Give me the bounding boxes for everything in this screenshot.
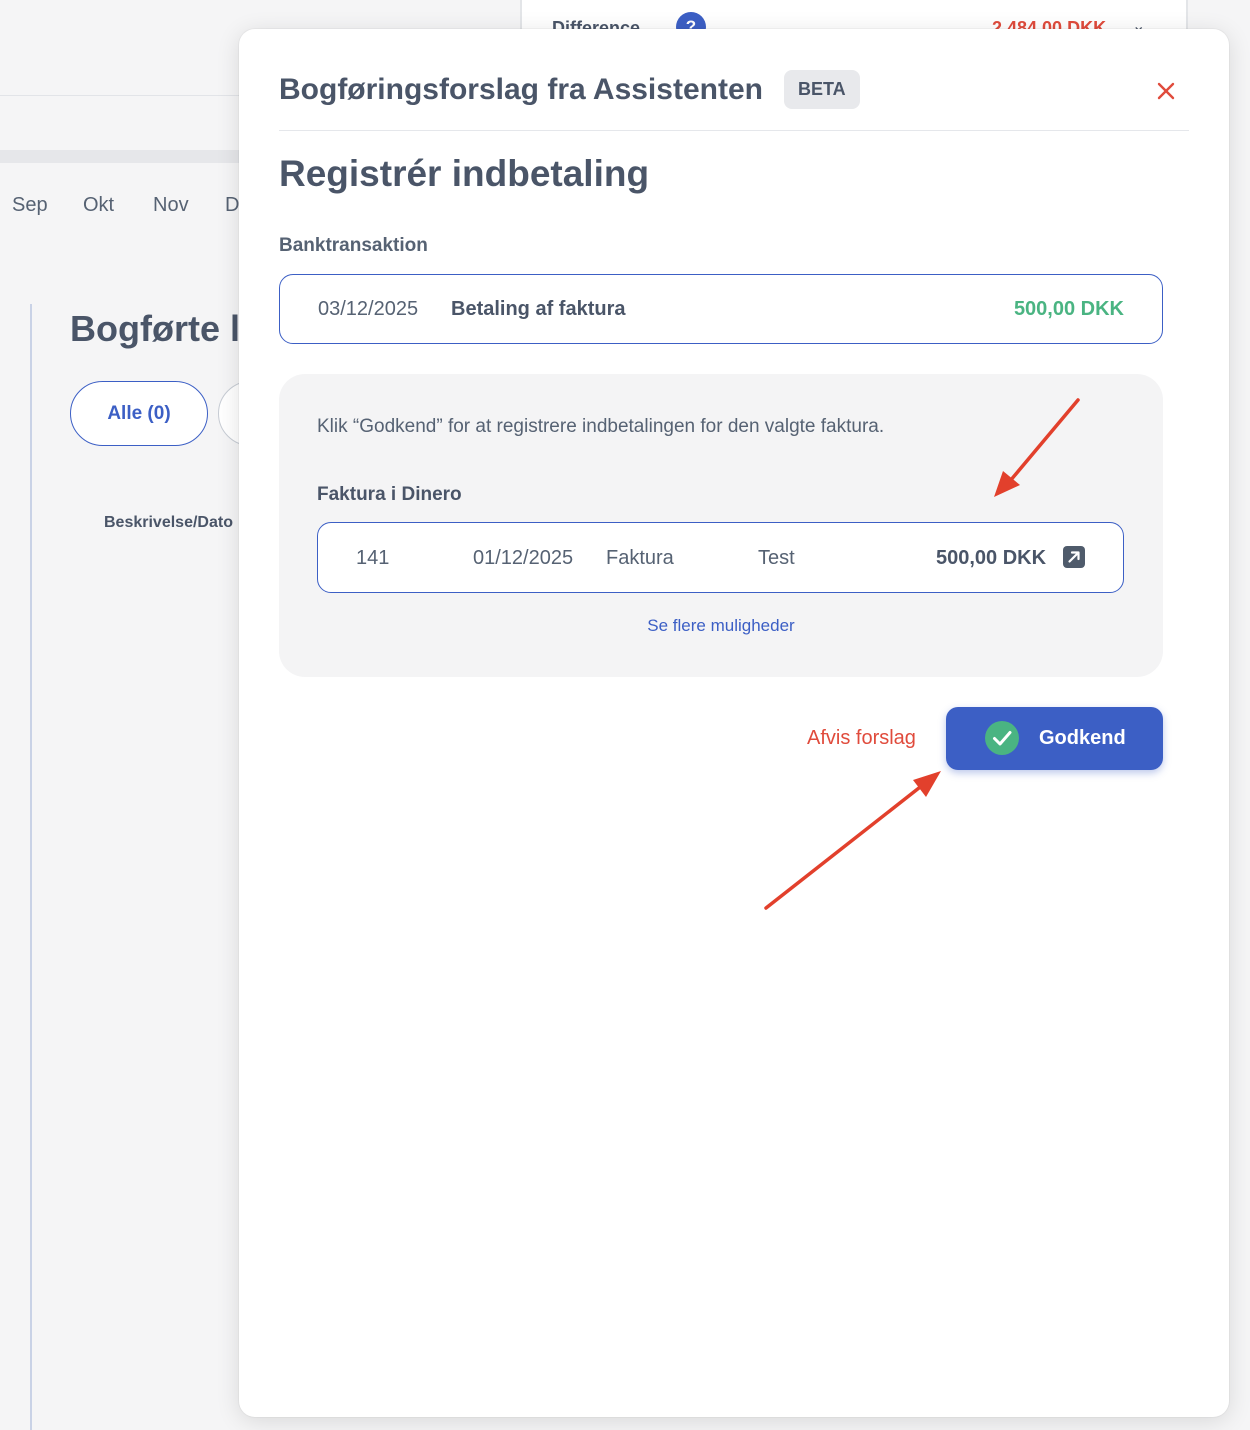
approve-button-label: Godkend [1039, 727, 1126, 749]
invoice-label: Faktura i Dinero [317, 484, 462, 505]
month-tab-dec[interactable]: D [225, 194, 239, 217]
section-title: Registrér indbetaling [279, 153, 650, 194]
invoice-amount: 500,00 DKK [936, 547, 1047, 569]
panel-title: Bogføringsforslag fra Assistenten [279, 73, 763, 106]
check-icon [985, 721, 1019, 755]
beta-badge: BETA [784, 70, 860, 109]
month-tab-nov[interactable]: Nov [153, 194, 189, 217]
progress-bar [0, 150, 260, 163]
external-link-icon[interactable] [1063, 546, 1085, 568]
bank-transaction-description: Betaling af faktura [451, 298, 626, 320]
month-tab-sep[interactable]: Sep [12, 194, 48, 217]
suggestion-panel: Bogføringsforslag fra Assistenten BETA R… [239, 29, 1229, 1417]
bank-transaction-row: 03/12/2025 Betaling af faktura 500,00 DK… [279, 274, 1163, 344]
column-header-description: Beskrivelse/Dato [104, 514, 233, 531]
see-more-options-link[interactable]: Se flere muligheder [279, 616, 1163, 636]
bank-transaction-date: 03/12/2025 [318, 298, 419, 320]
invoice-row[interactable]: 141 01/12/2025 Faktura Test 500,00 DKK [317, 522, 1124, 593]
divider [30, 304, 32, 1430]
invoice-type: Faktura [606, 547, 674, 569]
invoice-contact: Test [758, 547, 795, 569]
instruction-text: Klik “Godkend” for at registrere indbeta… [317, 416, 885, 437]
filter-all-button[interactable]: Alle (0) [70, 381, 208, 446]
invoice-date: 01/12/2025 [473, 547, 574, 569]
close-icon[interactable] [1151, 76, 1181, 106]
bank-transaction-label: Banktransaktion [279, 235, 428, 256]
approve-button[interactable]: Godkend [946, 707, 1163, 770]
invoice-number: 141 [356, 547, 390, 569]
month-tab-okt[interactable]: Okt [83, 194, 114, 217]
suggestion-box: Klik “Godkend” for at registrere indbeta… [279, 374, 1163, 677]
page-title: Bogførte l [70, 308, 240, 349]
bank-transaction-amount: 500,00 DKK [1013, 298, 1124, 320]
panel-header: Bogføringsforslag fra Assistenten BETA [279, 29, 1189, 131]
reject-suggestion-link[interactable]: Afvis forslag [807, 727, 916, 750]
